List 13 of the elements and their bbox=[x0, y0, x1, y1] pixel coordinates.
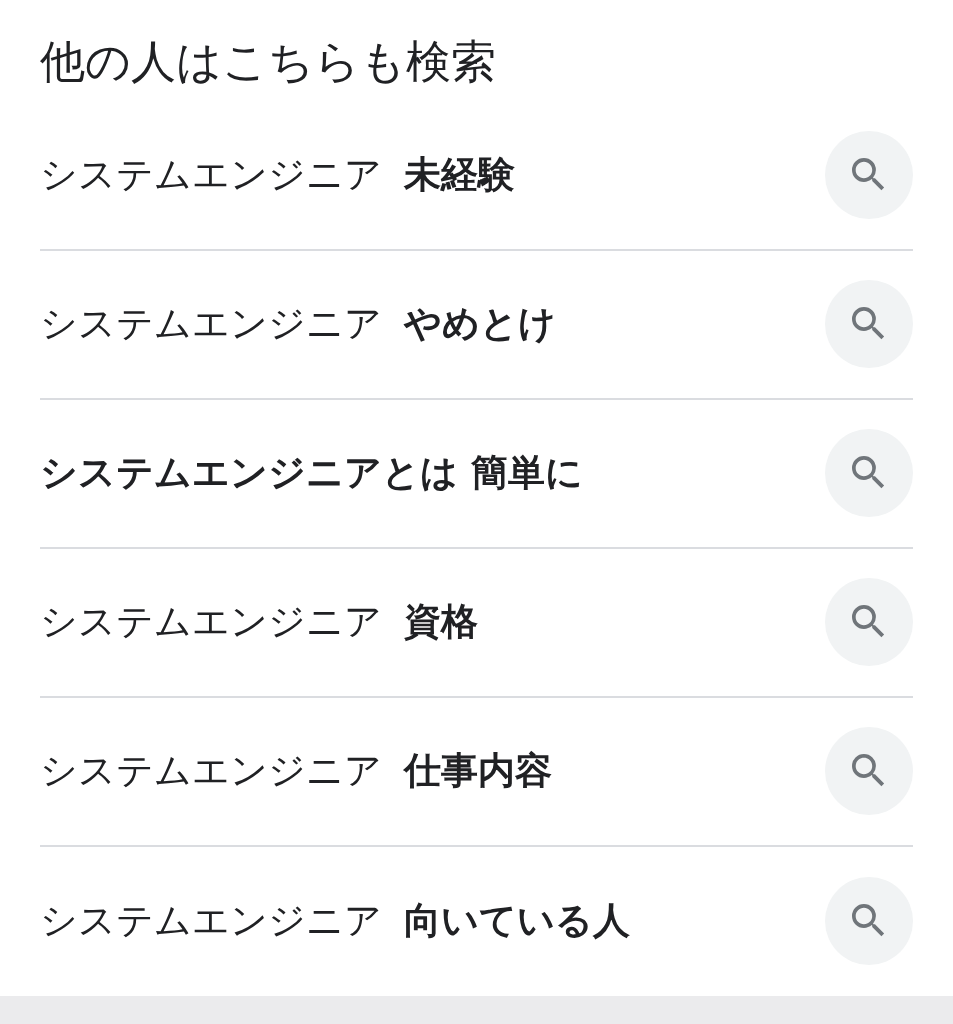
suggestion-link[interactable]: システムエンジニア 未経験 bbox=[40, 151, 515, 200]
search-icon bbox=[852, 605, 886, 640]
suggestion-link[interactable]: システムエンジニア やめとけ bbox=[40, 300, 556, 349]
suggestion-link[interactable]: システムエンジニア 向いている人 bbox=[40, 897, 630, 946]
search-icon bbox=[852, 158, 886, 193]
search-icon bbox=[852, 904, 886, 939]
search-icon bbox=[852, 307, 886, 342]
suggestion-link[interactable]: システムエンジニア 仕事内容 bbox=[40, 747, 552, 796]
suggestion-link[interactable]: システムエンジニア 資格 bbox=[40, 598, 478, 647]
search-icon bbox=[852, 456, 886, 491]
suggestion-link[interactable]: システムエンジニアとは 簡単に bbox=[40, 449, 583, 498]
search-icon bbox=[852, 754, 886, 789]
section-title: 他の人はこちらも検索 bbox=[40, 36, 497, 88]
